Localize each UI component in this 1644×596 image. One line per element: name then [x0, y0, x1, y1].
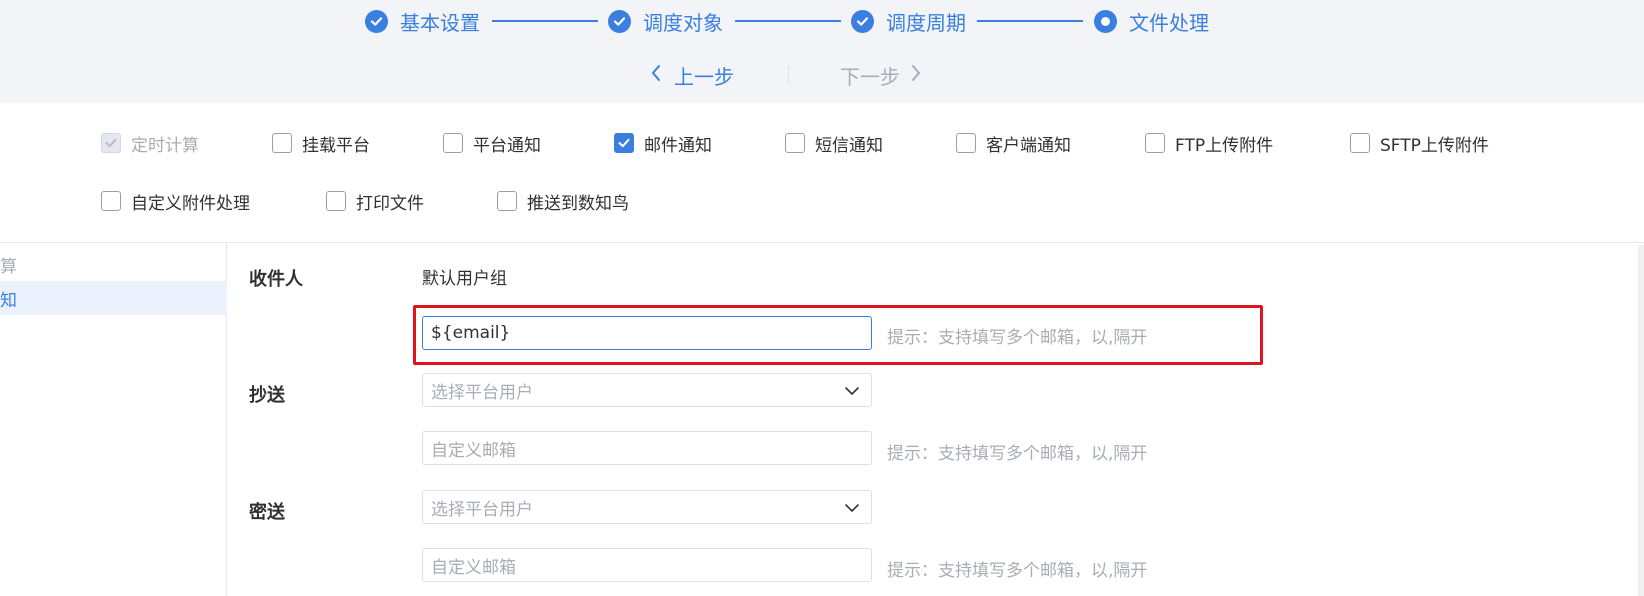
cc-select-placeholder: 选择平台用户: [431, 382, 533, 403]
option-label: 邮件通知: [644, 135, 712, 156]
checkbox-checked[interactable]: [614, 133, 634, 153]
option-platform-notify[interactable]: 平台通知: [443, 131, 541, 156]
checkbox[interactable]: [956, 133, 976, 153]
checkbox[interactable]: [272, 133, 292, 153]
scrollbar[interactable]: [1638, 245, 1644, 596]
option-client-notify[interactable]: 客户端通知: [956, 131, 1071, 156]
option-timed-compute: 定时计算: [101, 131, 199, 156]
step-connector: [492, 20, 598, 22]
option-label: 短信通知: [815, 135, 883, 156]
option-print-file[interactable]: 打印文件: [326, 189, 424, 214]
option-ftp-upload[interactable]: FTP上传附件: [1145, 131, 1274, 156]
bcc-label: 密送: [249, 502, 285, 523]
checkbox-disabled: [101, 133, 121, 153]
checkbox[interactable]: [101, 191, 121, 211]
option-sftp-upload[interactable]: SFTP上传附件: [1350, 131, 1489, 156]
step-schedule-object[interactable]: 调度对象: [608, 8, 723, 35]
checkbox[interactable]: [497, 191, 517, 211]
option-email-notify[interactable]: 邮件通知: [614, 131, 712, 156]
recipient-hint: 提示：支持填写多个邮箱，以,隔开: [887, 328, 1148, 348]
option-label: 客户端通知: [986, 135, 1071, 156]
step-label: 基本设置: [400, 10, 480, 35]
option-push-shuzhiniao[interactable]: 推送到数知鸟: [497, 189, 629, 214]
cc-label: 抄送: [249, 385, 285, 406]
bcc-hint: 提示：支持填写多个邮箱，以,隔开: [887, 561, 1148, 581]
step-label: 调度对象: [643, 10, 723, 35]
checkbox[interactable]: [1145, 133, 1165, 153]
checkbox[interactable]: [326, 191, 346, 211]
option-label: 挂载平台: [302, 135, 370, 156]
cc-hint: 提示：支持填写多个邮箱，以,隔开: [887, 444, 1148, 464]
side-item-timed-compute[interactable]: 算: [0, 247, 227, 281]
chevron-down-icon: [843, 499, 861, 522]
recipient-label: 收件人: [249, 269, 303, 290]
next-step-label: 下一步: [840, 64, 900, 89]
option-mount-platform[interactable]: 挂载平台: [272, 131, 370, 156]
option-label: SFTP上传附件: [1380, 135, 1489, 156]
step-schedule-period[interactable]: 调度周期: [851, 8, 966, 35]
recipient-email-input[interactable]: ${email}: [422, 316, 872, 350]
prev-step-button[interactable]: 上一步: [650, 60, 734, 90]
option-label: 推送到数知鸟: [527, 193, 629, 214]
bcc-email-input[interactable]: 自定义邮箱: [422, 548, 872, 582]
step-basic-settings[interactable]: 基本设置: [365, 8, 480, 35]
cc-user-select[interactable]: 选择平台用户: [422, 373, 872, 407]
option-label: 打印文件: [356, 193, 424, 214]
nav-divider: [788, 66, 789, 84]
current-step-icon: [1094, 9, 1117, 33]
step-label: 文件处理: [1129, 10, 1209, 35]
option-label: 平台通知: [473, 135, 541, 156]
option-label: 自定义附件处理: [131, 193, 250, 214]
checkbox[interactable]: [443, 133, 463, 153]
side-item-email-notify[interactable]: 知: [0, 281, 227, 315]
check-circle-icon: [608, 9, 631, 33]
checkbox[interactable]: [1350, 133, 1370, 153]
prev-step-label: 上一步: [674, 64, 734, 89]
step-header: 基本设置 调度对象 调度周期 文件处理 上一步 下一步: [0, 0, 1644, 103]
option-custom-attachment[interactable]: 自定义附件处理: [101, 189, 250, 214]
step-file-processing[interactable]: 文件处理: [1094, 8, 1209, 35]
chevron-left-icon: [650, 64, 662, 87]
step-connector: [977, 20, 1083, 22]
option-label: FTP上传附件: [1175, 135, 1274, 156]
chevron-right-icon: [910, 64, 922, 87]
check-circle-icon: [365, 9, 388, 33]
chevron-down-icon: [843, 382, 861, 405]
side-item-label: 知: [0, 290, 17, 311]
side-menu: 算 知: [0, 243, 227, 596]
option-label: 定时计算: [131, 135, 199, 156]
bcc-select-placeholder: 选择平台用户: [431, 499, 533, 520]
step-label: 调度周期: [886, 10, 966, 35]
side-item-label: 算: [0, 256, 17, 277]
check-circle-icon: [851, 9, 874, 33]
cc-email-placeholder: 自定义邮箱: [431, 440, 516, 461]
bcc-email-placeholder: 自定义邮箱: [431, 557, 516, 578]
bcc-user-select[interactable]: 选择平台用户: [422, 490, 872, 524]
cc-email-input[interactable]: 自定义邮箱: [422, 431, 872, 465]
checkbox[interactable]: [785, 133, 805, 153]
section-divider: [0, 242, 1644, 243]
recipient-group-value: 默认用户组: [422, 269, 507, 289]
option-sms-notify[interactable]: 短信通知: [785, 131, 883, 156]
next-step-button[interactable]: 下一步: [840, 60, 922, 90]
step-connector: [735, 20, 841, 22]
recipient-email-value: ${email}: [431, 323, 511, 343]
